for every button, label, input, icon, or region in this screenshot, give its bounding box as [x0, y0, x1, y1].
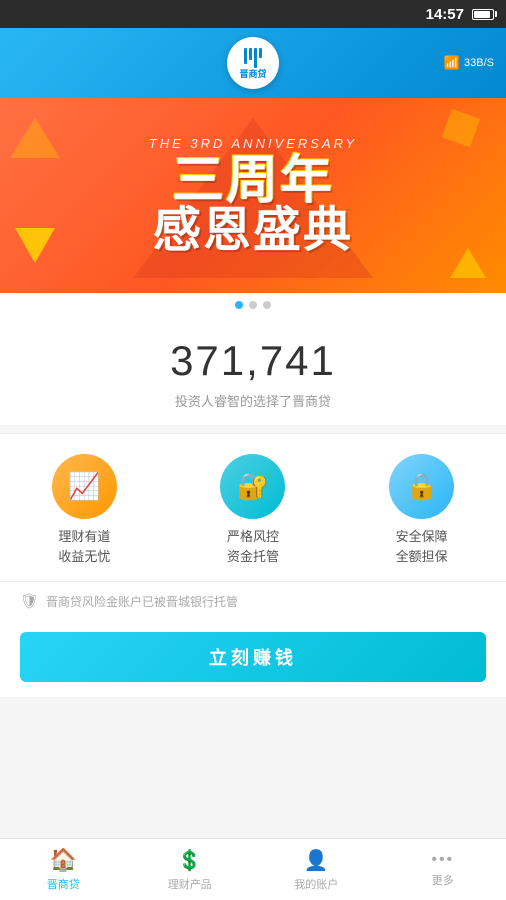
account-icon: 👤: [304, 848, 329, 873]
section-gap-1: [0, 425, 506, 433]
status-time: 14:57: [426, 6, 464, 23]
status-icons: [472, 9, 494, 20]
promo-banner[interactable]: THE 3RD ANNIVERSARY 三周年 感恩盛典: [0, 98, 506, 293]
notice-text: 晋商贷风险金账户已被晋城银行托管: [46, 593, 238, 610]
banner-anniversary: THE 3RD ANNIVERSARY: [149, 136, 357, 151]
stats-section: 371,741 投资人睿智的选择了晋商贷: [0, 317, 506, 425]
nav-more-label: 更多: [432, 872, 454, 888]
nav-products-label: 理财产品: [168, 876, 212, 892]
banner-content: THE 3RD ANNIVERSARY 三周年 感恩盛典: [149, 136, 357, 255]
products-icon: 💲: [177, 848, 202, 873]
cta-section: 立刻赚钱: [0, 620, 506, 697]
nav-home-label: 晋商贷: [47, 876, 80, 892]
security-icon: 🔒: [405, 471, 437, 502]
banner-dots: [0, 293, 506, 317]
more-icon: •••: [431, 851, 454, 869]
nav-more[interactable]: ••• 更多: [380, 839, 506, 900]
feature-label-finance: 理财有道 收益无忧: [58, 527, 110, 566]
stats-description: 投资人睿智的选择了晋商贷: [0, 391, 506, 410]
notice-bar: 🛡 晋商贷风险金账户已被晋城银行托管: [0, 581, 506, 620]
bottom-nav: 🏠 晋商贷 💲 理财产品 👤 我的账户 ••• 更多: [0, 838, 506, 900]
status-bar: 14:57: [0, 0, 506, 28]
features-section: 📈 理财有道 收益无忧 🔐 严格风控 资金托管 🔒 安全保障 全额担保: [0, 433, 506, 581]
shield-notice-icon: 🛡: [20, 592, 38, 610]
nav-products[interactable]: 💲 理财产品: [127, 839, 254, 900]
battery-icon: [472, 9, 494, 20]
app-logo: 晋商贷: [227, 37, 279, 89]
header-right-icons: 📶 33B/S: [444, 55, 494, 71]
risk-icon: 🔐: [237, 471, 269, 502]
nav-account-label: 我的账户: [294, 876, 338, 892]
feature-icon-risk: 🔐: [220, 454, 285, 519]
feature-icon-security: 🔒: [389, 454, 454, 519]
dot-2[interactable]: [249, 301, 257, 309]
feature-security: 🔒 安全保障 全额担保: [338, 454, 505, 566]
finance-icon: 📈: [68, 471, 100, 502]
feature-label-security: 安全保障 全额担保: [396, 527, 448, 566]
feature-icon-finance: 📈: [52, 454, 117, 519]
feature-risk: 🔐 严格风控 资金托管: [170, 454, 337, 566]
dot-1[interactable]: [235, 301, 243, 309]
cta-button[interactable]: 立刻赚钱: [20, 632, 486, 682]
app-header: 晋商贷 📶 33B/S: [0, 28, 506, 98]
network-speed: 33B/S: [464, 57, 494, 69]
deco-triangle-right: [450, 248, 486, 278]
deco-triangle-left: [10, 118, 60, 158]
wifi-icon: 📶: [444, 55, 460, 71]
nav-home[interactable]: 🏠 晋商贷: [0, 839, 127, 900]
feature-finance: 📈 理财有道 收益无忧: [1, 454, 168, 566]
dot-3[interactable]: [263, 301, 271, 309]
deco-triangle-bottomleft: [15, 228, 55, 263]
investor-count: 371,741: [0, 337, 506, 385]
feature-label-risk: 严格风控 资金托管: [227, 527, 279, 566]
banner-title-line1: 三周年: [149, 155, 357, 207]
banner-title-line2: 感恩盛典: [149, 207, 357, 255]
deco-rect: [442, 109, 480, 147]
home-icon: 🏠: [50, 847, 77, 873]
logo-text: 晋商贷: [239, 70, 266, 79]
nav-account[interactable]: 👤 我的账户: [253, 839, 380, 900]
